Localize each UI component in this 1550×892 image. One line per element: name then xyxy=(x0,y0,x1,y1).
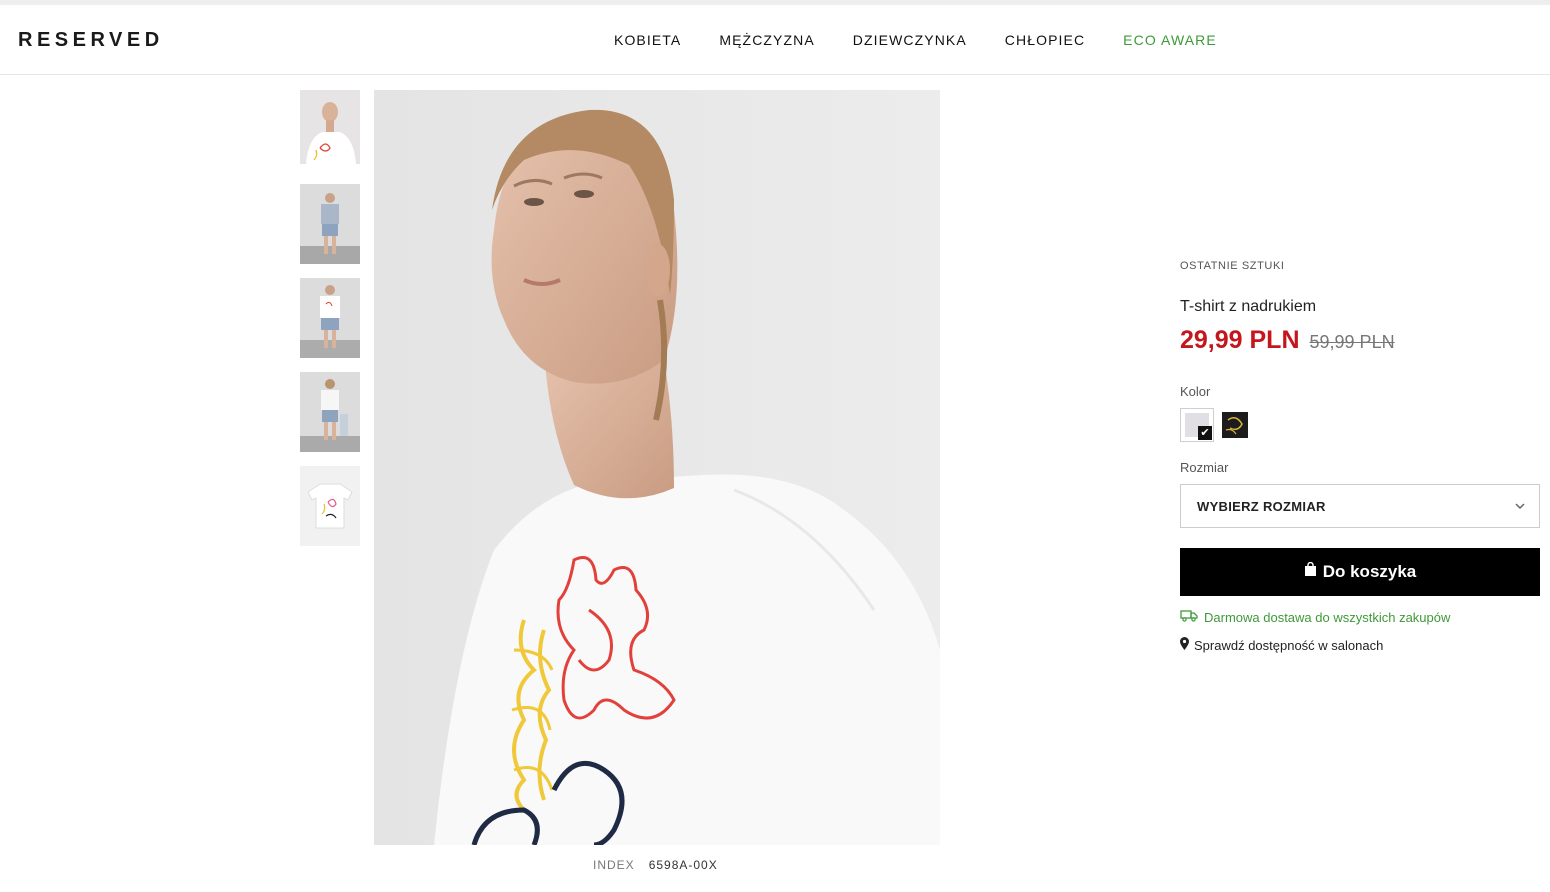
size-placeholder: WYBIERZ ROZMIAR xyxy=(1197,499,1326,514)
thumbnail-2[interactable] xyxy=(300,184,360,264)
delivery-text: Darmowa dostawa do wszystkich zakupów xyxy=(1204,609,1451,625)
index-label: INDEX xyxy=(593,858,635,872)
free-delivery-info: Darmowa dostawa do wszystkich zakupów xyxy=(1180,609,1450,625)
thumbnail-3[interactable] xyxy=(300,278,360,358)
add-to-cart-button[interactable]: Do koszyka xyxy=(1180,548,1540,596)
shopping-bag-icon xyxy=(1304,561,1317,582)
nav-eco-aware[interactable]: ECO AWARE xyxy=(1123,32,1217,48)
logo[interactable]: RESERVED xyxy=(18,29,164,52)
nav-chlopiec[interactable]: CHŁOPIEC xyxy=(1005,32,1085,48)
nav-mezczyzna[interactable]: MĘŻCZYZNA xyxy=(719,32,814,48)
thumbnail-1[interactable] xyxy=(300,90,360,164)
product-index: INDEX 6598A-00X xyxy=(593,858,718,872)
nav-kobieta[interactable]: KOBIETA xyxy=(614,32,681,48)
color-swatches: ✔ xyxy=(1180,408,1248,442)
thumbnail-4[interactable] xyxy=(300,372,360,452)
cart-button-label: Do koszyka xyxy=(1322,562,1417,581)
truck-icon xyxy=(1180,609,1198,625)
index-value: 6598A-00X xyxy=(648,858,718,872)
current-price: 29,99 PLN xyxy=(1180,326,1300,354)
store-text: Sprawdź dostępność w salonach xyxy=(1194,637,1384,653)
size-dropdown[interactable]: WYBIERZ ROZMIAR xyxy=(1180,484,1540,528)
chevron-down-icon xyxy=(1513,499,1527,518)
price-block: 29,99 PLN 59,99 PLN xyxy=(1180,326,1395,355)
main-product-image[interactable] xyxy=(374,90,940,845)
old-price: 59,99 PLN xyxy=(1309,332,1395,352)
color-label: Kolor xyxy=(1180,384,1211,399)
main-nav: KOBIETA MĘŻCZYZNA DZIEWCZYNKA CHŁOPIEC E… xyxy=(614,32,1217,48)
check-icon: ✔ xyxy=(1198,426,1212,440)
thumbnail-5[interactable] xyxy=(300,466,360,546)
site-header: RESERVED KOBIETA MĘŻCZYZNA DZIEWCZYNKA C… xyxy=(0,5,1550,75)
thumbnail-list xyxy=(300,90,360,560)
stock-badge: OSTATNIE SZTUKI xyxy=(1180,260,1285,272)
color-swatch-black[interactable] xyxy=(1222,412,1248,438)
map-pin-icon xyxy=(1180,637,1189,653)
color-swatch-white[interactable]: ✔ xyxy=(1180,408,1214,442)
store-availability-link[interactable]: Sprawdź dostępność w salonach xyxy=(1180,637,1383,653)
product-name: T-shirt z nadrukiem xyxy=(1180,298,1317,315)
nav-dziewczynka[interactable]: DZIEWCZYNKA xyxy=(853,32,967,48)
size-label: Rozmiar xyxy=(1180,460,1229,475)
